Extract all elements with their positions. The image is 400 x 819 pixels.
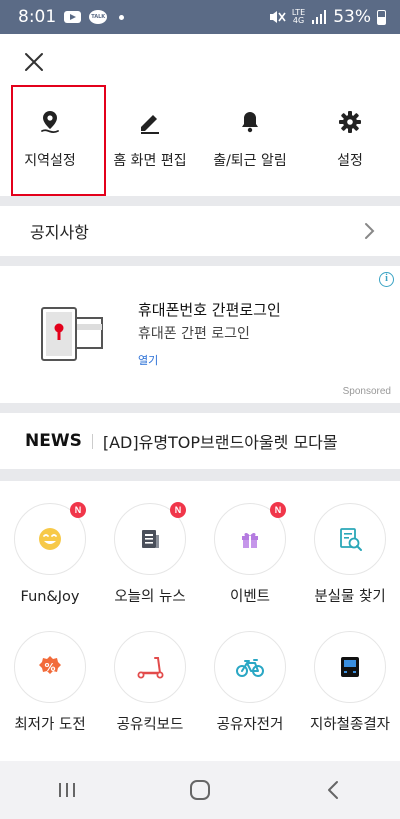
status-left: 8:01 TALK <box>18 7 125 27</box>
close-icon <box>25 53 43 71</box>
divider <box>0 403 400 413</box>
ad-info-icon[interactable]: i <box>379 272 394 287</box>
back-button[interactable] <box>303 770 363 810</box>
system-nav-bar <box>0 761 400 819</box>
status-right: LTE 4G 53% <box>268 7 386 27</box>
pencil-icon <box>141 115 159 134</box>
talk-icon: TALK <box>89 10 108 24</box>
grid-label: 공유자전거 <box>216 717 284 733</box>
recent-apps-icon <box>58 783 75 797</box>
grid-label: 이벤트 <box>229 589 271 605</box>
new-badge: N <box>270 502 286 518</box>
back-icon <box>328 781 339 799</box>
gear-icon <box>339 111 361 133</box>
grid-label: 분실물 찾기 <box>314 589 386 605</box>
grid-icon-circle <box>114 631 186 703</box>
phone-login-illustration <box>41 307 103 361</box>
grid-icon-circle: N <box>114 502 186 575</box>
ad-subtitle: 휴대폰 간편 로그인 <box>138 326 250 342</box>
notice-label: 공지사항 <box>30 223 89 242</box>
grid-item-subway[interactable]: 지하철종결자 <box>300 631 400 735</box>
network-label: LTE 4G <box>292 9 305 25</box>
smiley-icon <box>39 528 61 550</box>
close-button[interactable] <box>22 50 46 74</box>
battery-icon <box>377 9 386 25</box>
ad-open-link[interactable]: 열기 <box>138 352 158 368</box>
grid-item-fun-joy[interactable]: N Fun&Joy <box>0 502 100 607</box>
chevron-right-icon <box>365 223 375 239</box>
news-label: NEWS <box>25 431 82 451</box>
grid-label: 오늘의 뉴스 <box>114 589 186 605</box>
grid-icon-circle <box>214 631 286 703</box>
subway-icon <box>341 657 359 677</box>
new-badge: N <box>170 502 186 518</box>
battery-percent: 53% <box>333 7 371 27</box>
grid-label: 지하철종결자 <box>309 717 391 733</box>
service-grid: N Fun&Joy N 오늘의 뉴스 N 이벤트 분실물 찾기 % 최저가 도전… <box>0 481 400 766</box>
grid-icon-circle: N <box>214 502 286 575</box>
kickboard-icon <box>137 657 164 679</box>
home-icon <box>189 780 210 800</box>
grid-icon-circle: % <box>14 631 86 703</box>
grid-item-shared-kickboard[interactable]: 공유킥보드 <box>100 631 200 735</box>
grid-item-shared-bicycle[interactable]: 공유자전거 <box>200 631 300 735</box>
grid-label: 공유킥보드 <box>116 717 184 733</box>
network-sub: 4G <box>292 16 305 25</box>
bicycle-icon <box>236 659 264 677</box>
news-divider <box>91 433 93 449</box>
quick-item-commute-alert[interactable]: 출/퇴근 알림 <box>200 86 300 196</box>
grid-item-lowest-price[interactable]: % 최저가 도전 <box>0 631 100 735</box>
status-bar: 8:01 TALK LTE 4G 53% <box>0 0 400 34</box>
grid-icon-circle <box>314 631 386 703</box>
grid-label: Fun&Joy <box>20 589 80 605</box>
newspaper-icon <box>142 530 159 548</box>
grid-item-event[interactable]: N 이벤트 <box>200 502 300 607</box>
quick-item-label: 설정 <box>337 153 363 169</box>
quick-item-label: 홈 화면 편집 <box>113 153 187 169</box>
youtube-icon <box>64 11 82 23</box>
grid-icon-circle <box>314 503 386 575</box>
divider <box>0 196 400 206</box>
svg-text:%: % <box>44 661 55 674</box>
grid-icon-circle: N <box>14 502 86 575</box>
divider <box>0 469 400 481</box>
grid-item-lost-found[interactable]: 분실물 찾기 <box>300 503 400 607</box>
news-row: NEWS [AD]유명TOP브랜드아울렛 모다몰 <box>0 413 400 469</box>
recent-apps-button[interactable] <box>37 770 97 810</box>
divider <box>0 256 400 266</box>
grid-label: 최저가 도전 <box>14 717 86 733</box>
grid-item-today-news[interactable]: N 오늘의 뉴스 <box>100 502 200 607</box>
percent-icon: % <box>39 656 61 674</box>
gift-icon <box>242 532 258 548</box>
status-time: 8:01 <box>18 7 57 27</box>
notice-row[interactable]: 공지사항 <box>0 206 400 256</box>
dot-icon <box>119 14 125 20</box>
bell-icon <box>242 112 258 133</box>
quick-item-settings[interactable]: 설정 <box>300 86 400 196</box>
ad-title: 휴대폰번호 간편로그인 <box>138 301 281 319</box>
mute-icon <box>269 11 286 23</box>
ad-sponsored-label: Sponsored <box>342 386 391 397</box>
new-badge: N <box>70 502 86 518</box>
news-headline[interactable]: [AD]유명TOP브랜드아울렛 모다몰 <box>103 429 338 453</box>
quick-item-home-edit[interactable]: 홈 화면 편집 <box>100 86 200 196</box>
lost-found-icon <box>340 528 362 551</box>
quick-item-label: 출/퇴근 알림 <box>213 153 287 169</box>
signal-icon <box>312 10 327 24</box>
ad-banner[interactable]: i 휴대폰번호 간편로그인 휴대폰 간편 로그인 열기 Sponsored <box>0 266 400 403</box>
home-button[interactable] <box>170 770 230 810</box>
highlight-box <box>11 85 106 196</box>
